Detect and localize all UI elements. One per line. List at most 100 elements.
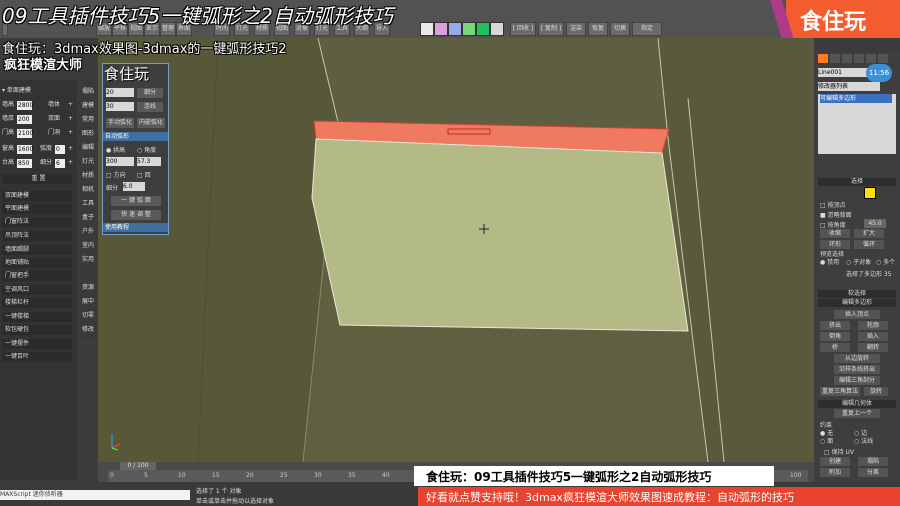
category-tab[interactable]: 图形 (78, 128, 98, 137)
menu-item[interactable]: 门窗阵法 (2, 217, 72, 227)
extrude-spline-button[interactable]: 沿样条线挤出 (834, 365, 880, 374)
height-input[interactable]: 300 (106, 157, 134, 166)
angle-radio[interactable]: ○ 角度 (137, 145, 156, 154)
turn-button[interactable]: 旋转 (864, 387, 888, 396)
manual-arc-button[interactable]: 手动弧化 (106, 118, 134, 128)
category-tab[interactable]: 修改 (78, 324, 98, 333)
plus-icon[interactable]: + (68, 158, 73, 168)
display-tab-icon[interactable] (866, 54, 876, 63)
copy-button[interactable]: [ 复制 ] (538, 22, 564, 36)
loop-button[interactable]: 循环 (854, 240, 884, 249)
edit-geometry-header[interactable]: 编辑几何体 (818, 400, 896, 408)
reset-button[interactable]: 重 置 (2, 174, 72, 184)
subdiv-input[interactable]: 20 (106, 88, 134, 97)
menu-item[interactable]: 软包硬包 (2, 325, 72, 335)
color-swatch[interactable] (490, 22, 504, 36)
hierarchy-tab-icon[interactable] (842, 54, 852, 63)
object-name-field[interactable]: Line001 (818, 68, 868, 77)
soft-selection-header[interactable]: 软选择 (818, 290, 896, 298)
menu-item[interactable]: 空调风口 (2, 285, 72, 295)
hinge-button[interactable]: 从边旋转 (834, 354, 880, 363)
plus-icon[interactable]: + (68, 100, 73, 110)
shrink-button[interactable]: 收缩 (820, 229, 850, 238)
category-tab[interactable]: 实用 (78, 254, 98, 263)
color-swatch[interactable] (476, 22, 490, 36)
insert-vertex-button[interactable]: 插入顶点 (834, 310, 880, 319)
outline-button[interactable]: 轮廓 (858, 321, 888, 330)
angle-input[interactable]: 57.3 (137, 157, 161, 166)
viewport-scene[interactable] (98, 38, 814, 462)
extrude-button[interactable]: 挤出 (820, 321, 850, 330)
utilities-tab-icon[interactable] (878, 54, 888, 63)
category-tab[interactable]: 常用 (78, 114, 98, 123)
detach-button[interactable]: 分离 (858, 468, 888, 477)
category-tab[interactable]: 切零 (78, 310, 98, 319)
keep-uv-check[interactable]: □ 保持 UV (824, 447, 854, 456)
quick-adjust-button[interactable]: 快 速 调 整 (111, 210, 161, 220)
connect-button[interactable]: 连线 (137, 102, 163, 112)
category-tab[interactable]: 编辑 (78, 142, 98, 151)
menu-item[interactable]: 一键摆件 (2, 339, 72, 349)
segments-input[interactable]: 6 (55, 159, 65, 168)
menu-item[interactable]: 双面建模 (2, 191, 72, 201)
color-swatch[interactable] (448, 22, 462, 36)
menu-item[interactable]: 门窗把手 (2, 271, 72, 281)
color-swatch[interactable] (434, 22, 448, 36)
plus-icon[interactable]: + (68, 114, 73, 124)
bridge-button[interactable]: 桥 (820, 343, 850, 352)
connect-input[interactable]: 30 (106, 102, 134, 111)
ignore-backface-check[interactable]: ■ 忽略背面 (820, 210, 852, 219)
edit-polygons-header[interactable]: 编辑多边形 (818, 299, 896, 307)
create-button[interactable]: 创建 (820, 457, 850, 466)
motion-tab-icon[interactable] (854, 54, 864, 63)
category-tab[interactable]: 室内 (78, 240, 98, 249)
inset-button[interactable]: 插入 (858, 332, 888, 341)
category-tab[interactable]: 展中 (78, 296, 98, 305)
edit-triangulation-button[interactable]: 编辑三角剖分 (834, 376, 880, 385)
inset-arc-button[interactable]: 内嵌弧化 (137, 118, 165, 128)
attach-button[interactable]: 附加 (820, 468, 850, 477)
assign-button[interactable]: 指定 (632, 22, 662, 36)
grow-button[interactable]: 扩大 (854, 229, 884, 238)
arc-input[interactable]: 0 (55, 145, 65, 154)
retriangulate-button[interactable]: 重复三角算法 (820, 387, 860, 396)
plus-icon[interactable]: + (68, 128, 73, 138)
by-angle-check[interactable]: □ 按角度 (820, 220, 846, 229)
window-height-input[interactable]: 1600 (17, 145, 33, 154)
color-swatch[interactable] (462, 22, 476, 36)
repeat-last-button[interactable]: 重复上一个 (834, 409, 880, 418)
wall-height-input[interactable]: 2800 (17, 101, 33, 110)
menu-item[interactable]: 地面铺贴 (2, 258, 72, 268)
menu-item[interactable]: 一键百叶 (2, 352, 72, 362)
collapse-button[interactable]: 塌陷 (858, 457, 888, 466)
restore-button[interactable]: 恢复 (588, 22, 608, 36)
selection-rollout-header[interactable]: 选择 (818, 178, 896, 186)
category-tab[interactable]: 材质 (78, 170, 98, 179)
sill-height-input[interactable]: 850 (17, 159, 32, 168)
time-slider-thumb[interactable]: 0 / 100 (120, 462, 156, 470)
one-click-arc-button[interactable]: 一 键 弧 面 (111, 196, 161, 206)
back-check[interactable]: □ 回 (137, 170, 151, 179)
stack-item[interactable]: 可编辑多边形 (820, 94, 892, 103)
category-tab[interactable]: 建模 (78, 100, 98, 109)
color-swatch[interactable] (420, 22, 434, 36)
create-tab-icon[interactable] (818, 54, 828, 63)
door-height-input[interactable]: 2100 (17, 129, 33, 138)
menu-item[interactable]: 吊顶阵法 (2, 231, 72, 241)
category-tab[interactable]: 工具 (78, 198, 98, 207)
polygon-select-icon[interactable] (864, 187, 876, 199)
multi-radio[interactable]: ○ 多个 (876, 257, 895, 266)
face-radio[interactable]: ○ 面 (820, 436, 833, 445)
bevel-button[interactable]: 倒角 (820, 332, 850, 341)
recycle-button[interactable]: [ 回收 ] (510, 22, 536, 36)
category-tab[interactable]: 户外 (78, 226, 98, 235)
maxscript-listener[interactable]: MAXScript 迷你侦听器 (0, 490, 190, 500)
ring-button[interactable]: 环形 (820, 240, 850, 249)
direction-check[interactable]: □ 方向 (106, 170, 126, 179)
tutorial-link[interactable]: 使用教程 (103, 223, 168, 232)
category-tab[interactable]: 塌陷 (78, 86, 98, 95)
menu-item[interactable]: 平面建模 (2, 204, 72, 214)
menu-item[interactable]: 墙面踢脚 (2, 245, 72, 255)
perspective-viewport[interactable] (98, 38, 814, 462)
category-tab[interactable]: 灯光 (78, 156, 98, 165)
